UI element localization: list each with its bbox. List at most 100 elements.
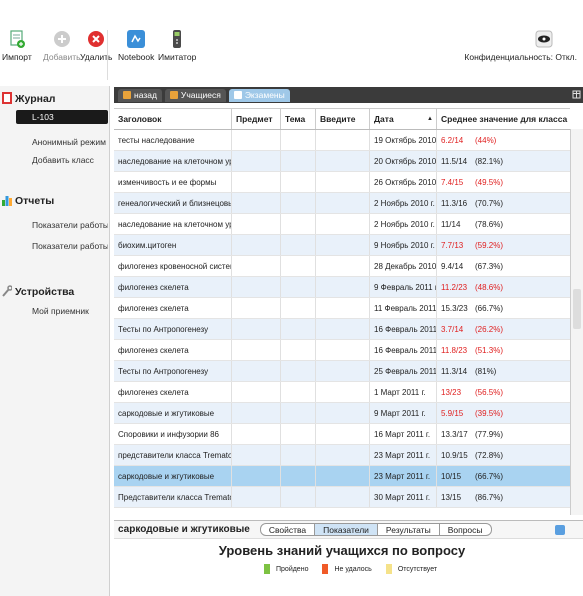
emulator-button[interactable]: Имитатор xyxy=(158,30,196,62)
wrench-icon xyxy=(2,285,13,299)
table-row[interactable]: биохим.цитоген 9 Ноябрь 2010 г. 7.7/13 (59.… xyxy=(114,235,570,256)
cell-subject xyxy=(232,340,281,360)
cell-class-average: 15.3/23 (66.7%) xyxy=(437,298,570,318)
cell-type xyxy=(316,445,370,465)
cell-topic xyxy=(281,487,316,507)
cell-type xyxy=(316,235,370,255)
cell-date: 28 Декабрь 2010 г. xyxy=(370,256,437,276)
cell-title: саркодовые и жгутиковые xyxy=(114,403,232,423)
cell-date: 23 Март 2011 г. xyxy=(370,445,437,465)
cell-title: филогенез кровеносной системы xyxy=(114,256,232,276)
grid-menu-icon xyxy=(572,90,581,99)
column-header-date[interactable]: Дата ▲ xyxy=(370,109,437,129)
legend-failed: Не удалось xyxy=(322,564,372,574)
scrollbar-thumb[interactable] xyxy=(573,289,581,329)
tab-back[interactable]: назад xyxy=(118,88,162,102)
journal-section-header[interactable]: Журнал xyxy=(2,92,55,106)
devices-section-header[interactable]: Устройства xyxy=(2,285,74,299)
tab-results[interactable]: Результаты xyxy=(376,523,440,536)
cell-type xyxy=(316,382,370,402)
average-percent: (78.6%) xyxy=(475,219,504,229)
table-row[interactable]: Тесты по Антропогенезу 25 Февраль 2011 г.… xyxy=(114,361,570,382)
table-row[interactable]: филогенез скелета 16 Февраль 2011 г. 11.8/… xyxy=(114,340,570,361)
sidebar-item-class-performance[interactable]: Показатели работы кла xyxy=(0,241,108,251)
cell-title: филогенез скелета xyxy=(114,298,232,318)
cell-type xyxy=(316,193,370,213)
grid-menu-button[interactable] xyxy=(570,87,583,103)
cell-type xyxy=(316,424,370,444)
column-header-title[interactable]: Заголовок xyxy=(114,109,232,129)
sidebar-item-my-receiver[interactable]: Мой приемник xyxy=(0,306,108,316)
table-row[interactable]: Представители класса Trematoda 30 Март 20… xyxy=(114,487,570,508)
table-row[interactable]: филогенез скелета 1 Март 2011 г. 13/23 (56.… xyxy=(114,382,570,403)
cell-title: наследование на клеточном уровне xyxy=(114,151,232,171)
table-row[interactable]: генеалогический и близнецовый 2 Ноябрь 20… xyxy=(114,193,570,214)
cell-subject xyxy=(232,172,281,192)
table-row[interactable]: Тесты по Антропогенезу 16 Февраль 2011 г.… xyxy=(114,319,570,340)
cell-title: Представители класса Trematoda xyxy=(114,487,232,507)
cell-class-average: 11.5/14 (82.1%) xyxy=(437,151,570,171)
column-header-type[interactable]: Введите xyxy=(316,109,370,129)
table-row[interactable]: наследование на клеточном уровне 20 Октяб… xyxy=(114,151,570,172)
tab-indicators[interactable]: Показатели xyxy=(314,523,378,536)
cell-type xyxy=(316,151,370,171)
cell-class-average: 11.2/23 (48.6%) xyxy=(437,277,570,297)
cell-type xyxy=(316,256,370,276)
column-header-topic[interactable]: Тема xyxy=(281,109,316,129)
column-header-class-average[interactable]: Среднее значение для класса xyxy=(437,109,570,129)
average-score: 11.8/23 xyxy=(441,345,468,355)
table-row[interactable]: филогенез кровеносной системы 28 Декабрь … xyxy=(114,256,570,277)
cell-topic xyxy=(281,319,316,339)
cell-type xyxy=(316,403,370,423)
privacy-toggle[interactable]: Конфиденциальность: Откл. xyxy=(464,30,577,62)
cell-class-average: 9.4/14 (67.3%) xyxy=(437,256,570,276)
cell-date: 20 Октябрь 2010 г. xyxy=(370,151,437,171)
table-row[interactable]: Споровики и инфузории 86 16 Март 2011 г. 1… xyxy=(114,424,570,445)
cell-topic xyxy=(281,466,316,486)
tab-exams[interactable]: Экзамены xyxy=(228,88,290,102)
cell-date: 16 Март 2011 г. xyxy=(370,424,437,444)
eye-icon xyxy=(535,30,553,48)
table-row[interactable]: наследование на клеточном уровне 2 Ноябрь… xyxy=(114,214,570,235)
cell-title: наследование на клеточном уровне xyxy=(114,214,232,234)
table-row[interactable]: филогенез скелета 11 Февраль 2011 г. 15.3/… xyxy=(114,298,570,319)
cell-date: 23 Март 2011 г. xyxy=(370,466,437,486)
tab-questions[interactable]: Вопросы xyxy=(438,523,492,536)
table-row[interactable]: представители класса Trematoda 23 Март 20… xyxy=(114,445,570,466)
cell-type xyxy=(316,319,370,339)
add-button[interactable]: Добавить xyxy=(43,30,81,62)
cell-subject xyxy=(232,466,281,486)
sidebar-item-add-class[interactable]: Добавить класс xyxy=(0,155,108,165)
detail-view-icon[interactable] xyxy=(555,524,565,535)
tab-properties[interactable]: Свойства xyxy=(259,523,316,536)
cell-subject xyxy=(232,214,281,234)
table-row[interactable]: саркодовые и жгутиковые 23 Март 2011 г. 10… xyxy=(114,466,570,487)
reports-section-header[interactable]: Отчеты xyxy=(2,194,54,208)
cell-class-average: 11/14 (78.6%) xyxy=(437,214,570,234)
sidebar-item-class-l103[interactable]: L-103 xyxy=(16,110,108,124)
cell-title: генеалогический и близнецовый xyxy=(114,193,232,213)
table-header: Заголовок Предмет Тема Введите Дата ▲ Ср… xyxy=(114,109,570,130)
cell-date: 9 Февраль 2011 г. xyxy=(370,277,437,297)
average-score: 13/15 xyxy=(441,492,462,502)
cell-subject xyxy=(232,256,281,276)
detail-panel-header: саркодовые и жгутиковые Свойства Показат… xyxy=(114,521,583,539)
column-header-subject[interactable]: Предмет xyxy=(232,109,281,129)
table-row[interactable]: саркодовые и жгутиковые 9 Март 2011 г. 5.9… xyxy=(114,403,570,424)
tab-students[interactable]: Учащиеся xyxy=(164,88,226,102)
delete-icon xyxy=(87,30,105,48)
table-row[interactable]: тесты наследование 19 Октябрь 2010 г. 6.2/… xyxy=(114,130,570,151)
average-score: 6.2/14 xyxy=(441,135,464,145)
notebook-button[interactable]: Notebook xyxy=(118,30,154,62)
sidebar-item-anonymous-mode[interactable]: Анонимный режим xyxy=(0,137,108,147)
cell-date: 16 Февраль 2011 г. xyxy=(370,319,437,339)
table-row[interactable]: филогенез скелета 9 Февраль 2011 г. 11.2/2… xyxy=(114,277,570,298)
cell-title: представители класса Trematoda xyxy=(114,445,232,465)
sidebar-item-student-performance[interactable]: Показатели работы уча xyxy=(0,220,108,230)
average-percent: (82.1%) xyxy=(475,156,504,166)
cell-topic xyxy=(281,382,316,402)
table-scrollbar[interactable] xyxy=(570,129,583,515)
import-button[interactable]: Импорт xyxy=(2,30,32,62)
average-score: 9.4/14 xyxy=(441,261,464,271)
table-row[interactable]: изменчивость и ее формы 26 Октябрь 2010 г… xyxy=(114,172,570,193)
